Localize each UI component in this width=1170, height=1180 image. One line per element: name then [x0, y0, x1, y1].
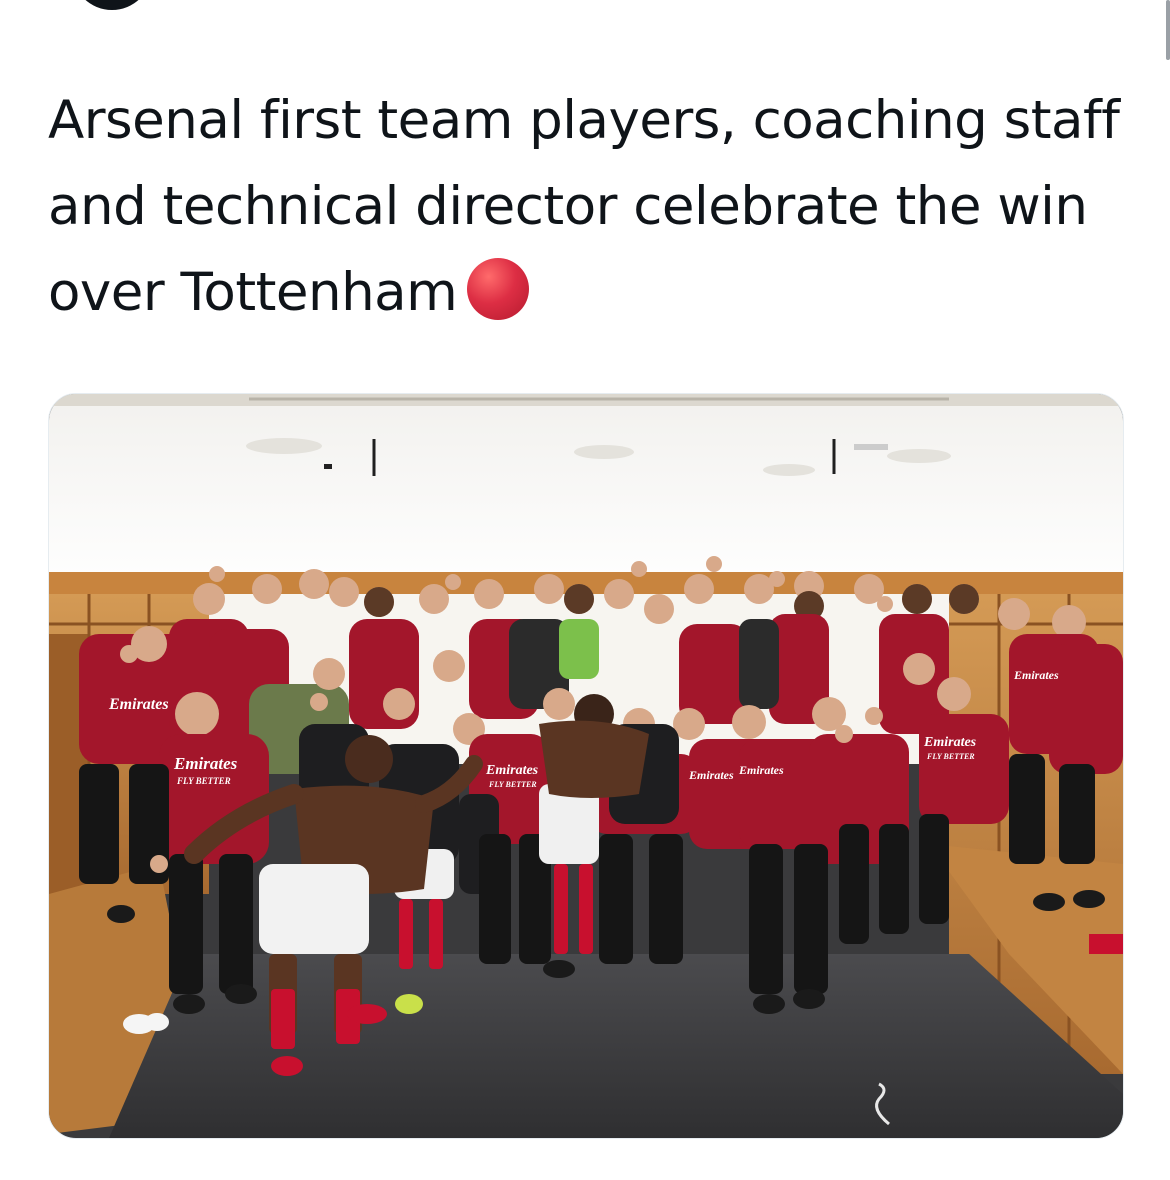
red-circle-emoji-icon: [467, 258, 530, 320]
jersey-sponsor-text-2: Emirates: [173, 754, 238, 773]
jersey-tagline-text-1: FLY BETTER: [176, 776, 231, 786]
locker-room-celebration-image: Emirates Emirates FLY BETTER Emirates FL…: [49, 394, 1123, 1138]
tweet-photo[interactable]: Emirates Emirates FLY BETTER Emirates FL…: [48, 393, 1124, 1139]
jersey-sponsor-text-7: Emirates: [1013, 668, 1059, 682]
jersey-sponsor-text-6: Emirates: [738, 763, 784, 777]
jersey-sponsor-text-4: Emirates: [923, 735, 977, 750]
jersey-sponsor-text-3: Emirates: [485, 763, 539, 778]
jersey-tagline-text-2: FLY BETTER: [488, 780, 537, 789]
tweet-text-content: Arsenal first team players, coaching sta…: [48, 90, 1120, 323]
jersey-tagline-text-3: FLY BETTER: [926, 752, 975, 761]
jersey-sponsor-text-5: Emirates: [688, 768, 734, 782]
jersey-sponsor-text-1: Emirates: [108, 696, 169, 713]
tweet-text: Arsenal first team players, coaching sta…: [48, 78, 1138, 336]
scrollbar[interactable]: [1166, 0, 1170, 60]
avatar[interactable]: [72, 0, 152, 10]
